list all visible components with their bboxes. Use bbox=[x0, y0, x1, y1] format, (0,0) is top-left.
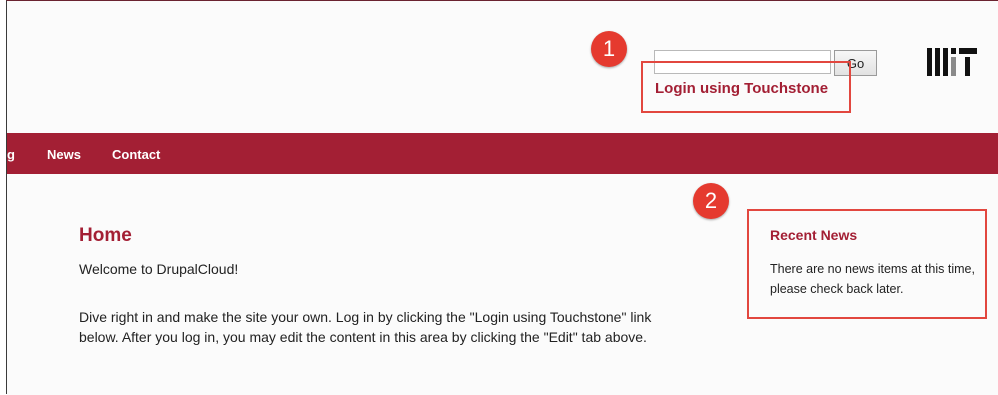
recent-news-highlight-box bbox=[747, 209, 987, 319]
welcome-text: Welcome to DrupalCloud! bbox=[79, 261, 239, 277]
step-badge-1: 1 bbox=[591, 31, 627, 67]
main-navbar: g News Contact bbox=[7, 133, 998, 174]
step-badge-2: 2 bbox=[693, 183, 729, 219]
login-highlight-box bbox=[641, 61, 851, 113]
nav-item-partial[interactable]: g bbox=[7, 147, 15, 162]
page-title: Home bbox=[79, 225, 132, 246]
browser-viewport: Go Login using Touchstone g News Contact… bbox=[6, 0, 998, 395]
mit-logo-icon[interactable] bbox=[927, 48, 977, 76]
intro-text: Dive right in and make the site your own… bbox=[79, 309, 652, 345]
nav-item-news[interactable]: News bbox=[47, 147, 81, 162]
nav-item-contact[interactable]: Contact bbox=[112, 147, 160, 162]
